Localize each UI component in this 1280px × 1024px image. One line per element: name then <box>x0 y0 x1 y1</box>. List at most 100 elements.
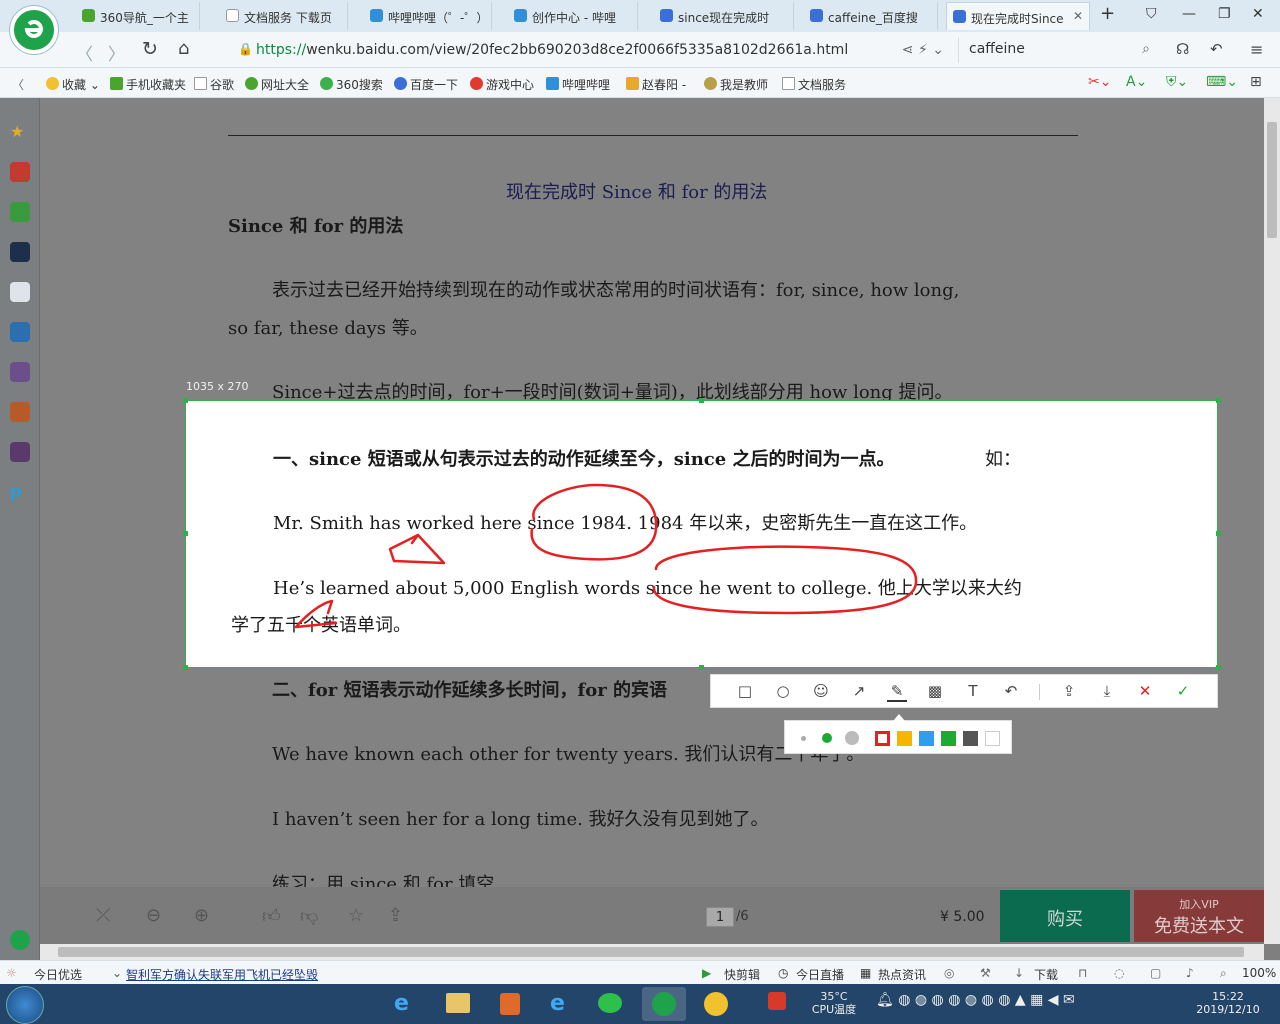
download-tool-icon[interactable]: ⤓ <box>1097 682 1117 702</box>
close-tab-icon[interactable]: ✕ <box>1073 9 1083 23</box>
undo-icon[interactable]: ↶ <box>1210 40 1223 58</box>
tab-active-document[interactable]: 现在完成时Since ✕ <box>946 2 1090 30</box>
tab-bilibili[interactable]: 哔哩哔哩（゜-゜） <box>364 2 492 30</box>
search-icon[interactable]: ⌕ <box>1142 41 1150 57</box>
tools-icon[interactable]: ⚒ <box>980 966 991 980</box>
game-avatar-icon[interactable] <box>10 362 30 382</box>
bookmark-bilibili[interactable]: 哔哩哔哩 <box>546 76 610 93</box>
share-icon[interactable]: ⇪ <box>388 905 403 926</box>
resize-handle[interactable] <box>699 398 704 403</box>
tab-caffeine-search[interactable]: caffeine_百度搜 <box>804 2 938 30</box>
news-link[interactable]: 智利军方确认失联军用飞机已经坠毁 <box>126 966 318 983</box>
bookmark-game-center[interactable]: 游戏中心 <box>470 76 534 93</box>
vertical-scrollbar[interactable] <box>1264 98 1280 944</box>
zoom-level[interactable]: 100% <box>1242 966 1276 980</box>
today-picks[interactable]: 今日优选 <box>34 966 82 983</box>
bookmark-web-nav[interactable]: 网址大全 <box>245 76 309 93</box>
p-app-icon[interactable]: p <box>10 482 30 502</box>
search-input[interactable]: caffeine ⌕ <box>958 37 1158 63</box>
home-icon[interactable]: ⌂ <box>178 38 189 59</box>
tab-bilibili-creator[interactable]: 创作中心 - 哔哩 <box>508 2 638 30</box>
vip-button[interactable]: 加入VIP 免费送本文 <box>1134 890 1264 942</box>
ie-taskbar-icon[interactable]: e <box>384 987 428 1021</box>
scroll-thumb[interactable] <box>58 947 1244 957</box>
horizontal-scrollbar[interactable] <box>40 944 1264 960</box>
color-swatch-orange[interactable] <box>897 731 912 746</box>
bookmark-favorites[interactable]: 收藏 ⌄ <box>46 76 100 93</box>
color-swatch-green[interactable] <box>941 731 956 746</box>
quick-edit-link[interactable]: 快剪辑 <box>724 966 760 983</box>
resize-handle[interactable] <box>1216 398 1221 403</box>
download-link[interactable]: 下载 <box>1034 966 1058 983</box>
explorer-taskbar-icon[interactable] <box>436 987 480 1021</box>
live-link[interactable]: 今日直播 <box>796 966 844 983</box>
scroll-thumb[interactable] <box>1267 122 1277 238</box>
sidebar-toggle-icon[interactable]: 〈 <box>12 76 24 93</box>
speed-icon[interactable]: ◎ <box>944 966 954 980</box>
resize-handle[interactable] <box>1216 665 1221 670</box>
color-swatch-blue[interactable] <box>919 731 934 746</box>
screenshot-icon[interactable]: ◌ <box>1114 966 1124 980</box>
confirm-tool-icon[interactable]: ✓ <box>1173 682 1193 702</box>
layout-icon[interactable]: ⊓ <box>1078 966 1087 980</box>
tshirt-skin-icon[interactable]: ⛉ <box>1146 6 1157 22</box>
share-icon[interactable]: ⋖ ⚡ ⌄ <box>902 42 944 58</box>
color-swatch-white[interactable] <box>985 731 1000 746</box>
window-icon[interactable]: ▢ <box>1150 966 1161 980</box>
360-assistant-icon[interactable] <box>10 930 30 950</box>
bookmark-zhao[interactable]: 赵春阳 - <box>626 76 686 93</box>
undo-tool-icon[interactable]: ↶ <box>1001 682 1021 702</box>
favorite-icon[interactable]: ☆ <box>348 905 364 926</box>
blur-tool-icon[interactable]: ▩ <box>925 682 945 702</box>
url-input[interactable]: 🔒 https://wenku.baidu.com/view/20fec2bb69… <box>236 37 948 63</box>
bookmark-360-search[interactable]: 360搜索 <box>320 76 383 93</box>
scissors-icon[interactable]: ✂⌄ <box>1088 74 1111 90</box>
minimize-button[interactable]: — <box>1182 6 1196 22</box>
pen-tool-icon[interactable]: ✎ <box>887 682 907 702</box>
headphones-icon[interactable]: ☊ <box>1176 40 1189 58</box>
menu-icon[interactable]: ≡ <box>1250 40 1263 59</box>
tab-wenku-service[interactable]: 文档服务 下载页 <box>220 2 348 30</box>
word-doc-icon[interactable] <box>10 282 30 302</box>
bookmark-doc-service[interactable]: 文档服务 <box>782 76 846 93</box>
game-avatar-icon-3[interactable] <box>10 442 30 462</box>
bookmark-google[interactable]: 谷歌 <box>194 76 234 93</box>
sogou-icon[interactable] <box>768 992 786 1010</box>
mail-icon[interactable] <box>10 202 30 222</box>
mosaic-tool-icon[interactable]: ☺ <box>811 682 831 702</box>
wechat-taskbar-icon[interactable] <box>588 987 632 1021</box>
collapse-icon[interactable]: ⤫ <box>96 905 110 926</box>
text-tool-icon[interactable]: T <box>963 682 983 702</box>
bookmark-teacher[interactable]: 我是教师 <box>704 76 768 93</box>
hot-news-link[interactable]: 热点资讯 <box>878 966 926 983</box>
game-avatar-icon-2[interactable] <box>10 402 30 422</box>
resize-handle[interactable] <box>699 665 704 670</box>
screenshot-selection[interactable]: 一、since 短语或从句表示过去的动作延续至今，since 之后的时间为一点。… <box>185 400 1218 668</box>
new-tab-button[interactable]: + <box>1100 3 1115 24</box>
news-icon[interactable] <box>10 242 30 262</box>
ellipse-tool-icon[interactable]: ○ <box>773 682 793 702</box>
maximize-button[interactable]: ❐ <box>1218 6 1231 22</box>
clock[interactable]: 15:22 2019/12/10 <box>1188 990 1268 1016</box>
zoom-icon[interactable]: ⌕ <box>1220 966 1227 981</box>
resize-handle[interactable] <box>183 531 188 536</box>
shield-icon[interactable]: ⛨⌄ <box>1166 74 1188 90</box>
resize-handle[interactable] <box>183 665 188 670</box>
resize-handle[interactable] <box>183 398 188 403</box>
color-swatch-gray[interactable] <box>963 731 978 746</box>
rectangle-tool-icon[interactable]: □ <box>735 682 755 702</box>
page-number-input[interactable]: 1 <box>706 907 734 927</box>
browser-logo[interactable] <box>10 6 58 54</box>
translate-icon[interactable]: A⌄ <box>1126 74 1147 90</box>
edge-taskbar-icon[interactable]: e <box>540 987 584 1021</box>
forward-icon[interactable]: 〉 <box>108 40 125 65</box>
tab-360-nav[interactable]: 360导航_一个主 <box>76 2 200 30</box>
gamepad-icon[interactable]: ⌨⌄ <box>1206 74 1238 90</box>
bookmark-mobile[interactable]: 手机收藏夹 <box>110 76 186 93</box>
dislike-icon[interactable]: 👎︎ <box>300 905 318 927</box>
weibo-icon[interactable] <box>10 162 30 182</box>
like-icon[interactable]: 👍︎ <box>262 905 281 927</box>
refresh-icon[interactable]: ↻ <box>142 38 158 60</box>
star-icon[interactable]: ★ <box>10 122 30 142</box>
chat-icon[interactable] <box>10 322 30 342</box>
